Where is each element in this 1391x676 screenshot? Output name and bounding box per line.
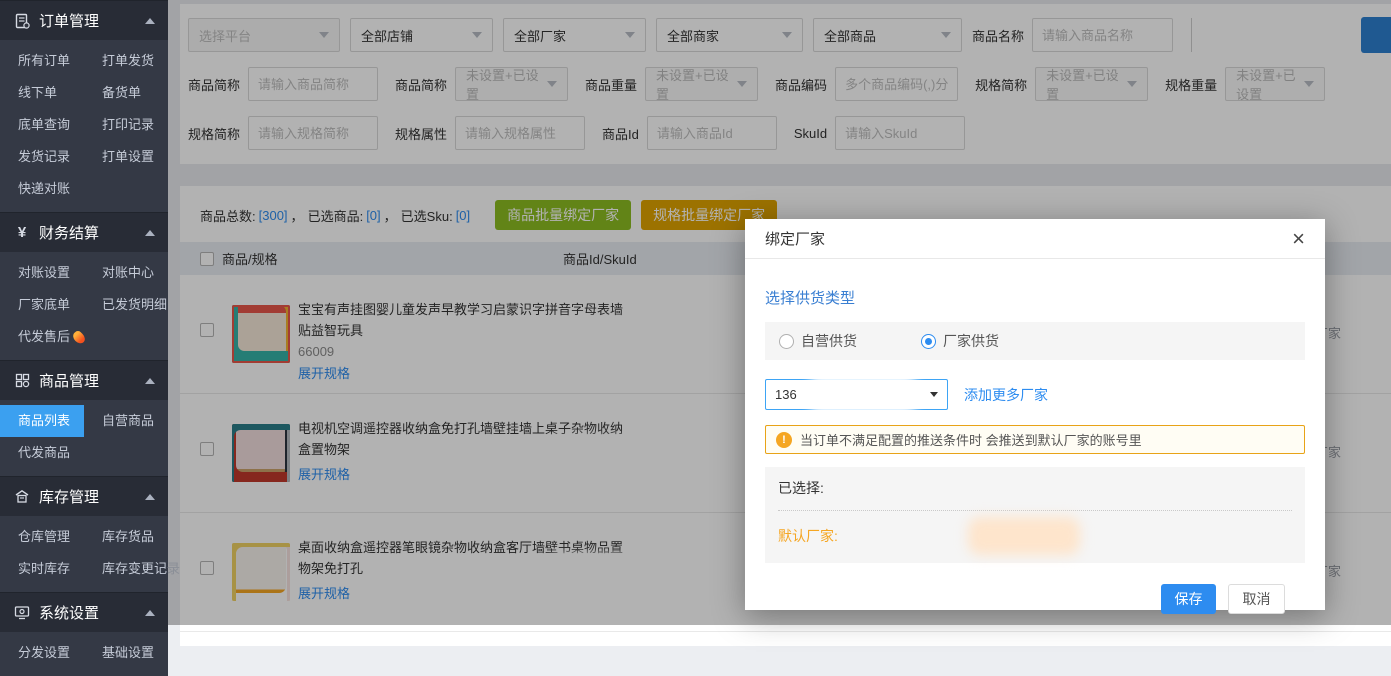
sidebar-item-inventory-change-log[interactable]: 库存变更记录 xyxy=(84,553,168,585)
sidebar-section-finance[interactable]: ¥ 财务结算 xyxy=(0,212,168,252)
sidebar-section-inventory[interactable]: 库存管理 xyxy=(0,476,168,516)
sidebar-section-orders[interactable]: 订单管理 xyxy=(0,0,168,40)
bind-supplier-modal: 绑定厂家 × 选择供货类型 自营供货 厂家供货 136 添加更多厂家 ! 当订单 xyxy=(745,219,1325,610)
sidebar-items-inventory: 仓库管理 库存货品 实时库存 库存变更记录 xyxy=(0,516,168,592)
sidebar-item-realtime-inventory[interactable]: 实时库存 xyxy=(0,553,84,585)
radio-label: 自营供货 xyxy=(801,331,857,351)
collapse-arrow-icon xyxy=(145,230,155,236)
warning-icon: ! xyxy=(776,432,792,448)
sidebar-item-receipt-query[interactable]: 底单查询 xyxy=(0,109,84,141)
warning-text: 当订单不满足配置的推送条件时 会推送到默认厂家的账号里 xyxy=(800,430,1142,449)
radio-checked-icon xyxy=(921,334,936,349)
save-button[interactable]: 保存 xyxy=(1161,584,1216,614)
sidebar-item-warehouse-mgmt[interactable]: 仓库管理 xyxy=(0,521,84,553)
sidebar-item-product-list[interactable]: 商品列表 xyxy=(0,405,84,437)
sidebar-section-settings[interactable]: 系统设置 xyxy=(0,592,168,632)
sidebar-item-print-record[interactable]: 打印记录 xyxy=(84,109,168,141)
modal-body: 选择供货类型 自营供货 厂家供货 136 添加更多厂家 ! 当订单不满足配置的推… xyxy=(745,259,1325,614)
fire-icon xyxy=(71,329,87,345)
sidebar-item-dropship-products[interactable]: 代发商品 xyxy=(0,437,84,469)
modal-footer: 保存 取消 xyxy=(765,563,1305,614)
sidebar-item-dropship-aftersale[interactable]: 代发售后 xyxy=(0,321,84,353)
section-title: 商品管理 xyxy=(39,370,145,391)
warning-banner: ! 当订单不满足配置的推送条件时 会推送到默认厂家的账号里 xyxy=(765,425,1305,454)
grid-icon xyxy=(13,372,31,390)
sidebar-item-print-ship[interactable]: 打单发货 xyxy=(84,45,168,77)
sidebar-item-offline-order[interactable]: 线下单 xyxy=(0,77,84,109)
sidebar-item-basic-settings[interactable]: 基础设置 xyxy=(84,637,168,669)
chevron-down-icon xyxy=(930,392,938,397)
sidebar-item-inventory-goods[interactable]: 库存货品 xyxy=(84,521,168,553)
supplier-select-row: 136 添加更多厂家 xyxy=(765,379,1305,410)
add-more-supplier-link[interactable]: 添加更多厂家 xyxy=(964,385,1048,405)
sidebar-items-finance: 对账设置 对账中心 厂家底单 已发货明细 代发售后 xyxy=(0,252,168,360)
warehouse-icon xyxy=(13,488,31,506)
sidebar: 订单管理 所有订单 打单发货 线下单 备货单 底单查询 打印记录 发货记录 打单… xyxy=(0,0,168,625)
select-value: 136 xyxy=(775,387,797,402)
sidebar-item-express-reconcile[interactable]: 快递对账 xyxy=(0,173,84,205)
section-title: 财务结算 xyxy=(39,222,145,243)
sidebar-item-label: 代发售后 xyxy=(18,321,70,353)
dotted-divider xyxy=(778,510,1292,511)
collapse-arrow-icon xyxy=(145,494,155,500)
section-title: 库存管理 xyxy=(39,486,145,507)
order-list-icon xyxy=(13,12,31,30)
modal-title: 绑定厂家 xyxy=(765,228,825,249)
modal-header: 绑定厂家 × xyxy=(745,219,1325,259)
radio-supplier-supply[interactable]: 厂家供货 xyxy=(921,331,999,351)
selected-section: 已选择: 默认厂家: xyxy=(765,467,1305,563)
close-icon[interactable]: × xyxy=(1292,229,1305,249)
sidebar-item-distribution-settings[interactable]: 分发设置 xyxy=(0,637,84,669)
section-title: 系统设置 xyxy=(39,602,145,623)
default-supplier-row: 默认厂家: xyxy=(778,521,1292,551)
default-supplier-label: 默认厂家: xyxy=(778,526,838,546)
sidebar-items-products: 商品列表 自营商品 代发商品 xyxy=(0,400,168,476)
sidebar-items-orders: 所有订单 打单发货 线下单 备货单 底单查询 打印记录 发货记录 打单设置 快递… xyxy=(0,40,168,212)
sidebar-item-reconcile-center[interactable]: 对账中心 xyxy=(84,257,168,289)
sidebar-section-products[interactable]: 商品管理 xyxy=(0,360,168,400)
sidebar-item-print-settings[interactable]: 打单设置 xyxy=(84,141,168,173)
collapse-arrow-icon xyxy=(145,610,155,616)
radio-label: 厂家供货 xyxy=(943,331,999,351)
supplier-account-select[interactable]: 136 xyxy=(765,379,948,410)
blurred-default-supplier xyxy=(968,517,1080,555)
gear-icon xyxy=(13,604,31,622)
radio-icon xyxy=(779,334,794,349)
selected-label: 已选择: xyxy=(778,478,1292,498)
supply-type-label: 选择供货类型 xyxy=(765,287,1305,308)
sidebar-item-all-orders[interactable]: 所有订单 xyxy=(0,45,84,77)
supply-type-radio-group: 自营供货 厂家供货 xyxy=(765,322,1305,360)
sidebar-item-reconcile-settings[interactable]: 对账设置 xyxy=(0,257,84,289)
collapse-arrow-icon xyxy=(145,18,155,24)
radio-self-supply[interactable]: 自营供货 xyxy=(779,331,857,351)
sidebar-item-shipped-detail[interactable]: 已发货明细 xyxy=(84,289,168,321)
section-title: 订单管理 xyxy=(39,10,145,31)
cancel-button[interactable]: 取消 xyxy=(1228,584,1285,614)
sidebar-items-settings: 分发设置 基础设置 xyxy=(0,632,168,676)
sidebar-item-ship-record[interactable]: 发货记录 xyxy=(0,141,84,173)
sidebar-item-supplier-receipt[interactable]: 厂家底单 xyxy=(0,289,84,321)
collapse-arrow-icon xyxy=(145,378,155,384)
sidebar-item-self-products[interactable]: 自营商品 xyxy=(84,405,168,437)
sidebar-item-stock-order[interactable]: 备货单 xyxy=(84,77,168,109)
yen-icon: ¥ xyxy=(13,224,31,242)
